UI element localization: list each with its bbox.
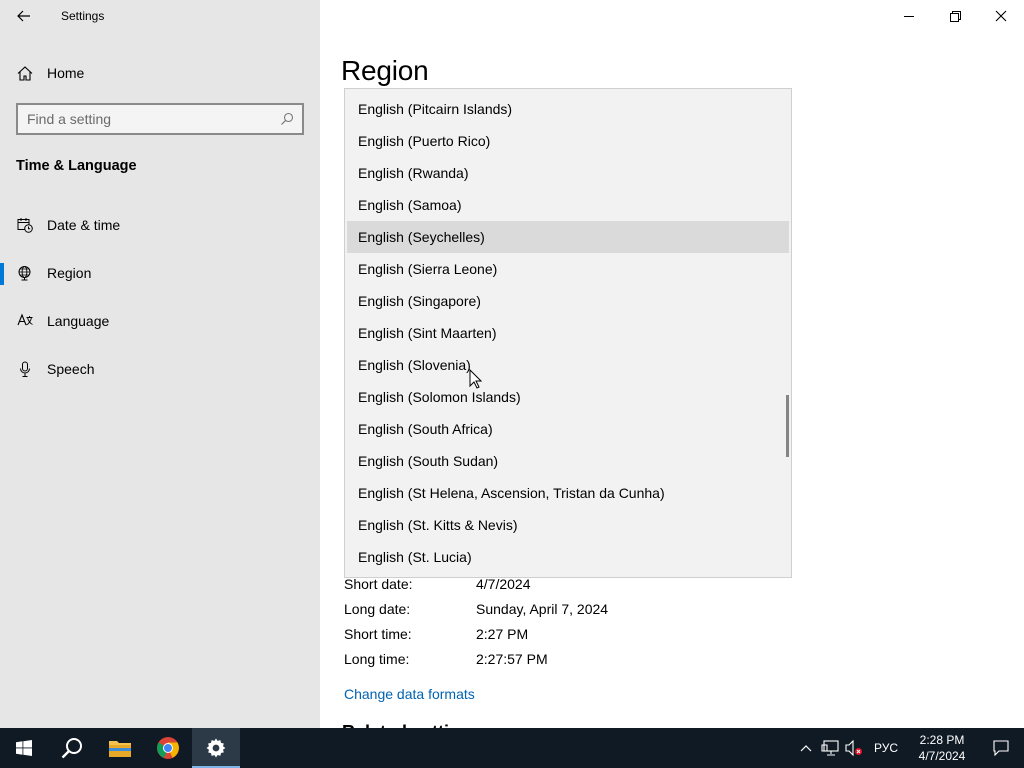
home-icon — [17, 65, 33, 81]
sidebar-item-label: Language — [47, 313, 110, 329]
back-button[interactable] — [0, 0, 48, 32]
sidebar: Settings Home Time & Language Date & tim… — [0, 0, 320, 728]
microphone-icon — [16, 360, 34, 378]
start-icon — [16, 740, 32, 756]
search-input[interactable] — [18, 111, 272, 127]
dropdown-option[interactable]: English (South Sudan) — [347, 445, 789, 477]
short-time-label: Short time: — [344, 626, 412, 642]
dropdown-option[interactable]: English (Samoa) — [347, 189, 789, 221]
section-heading: Time & Language — [16, 158, 137, 174]
clock-time: 2:28 PM — [919, 733, 965, 747]
sidebar-item-label: Speech — [47, 361, 95, 377]
dropdown-option[interactable]: English (Sierra Leone) — [347, 253, 789, 285]
file-explorer-icon — [109, 741, 131, 757]
sidebar-item-region[interactable]: Region — [0, 253, 320, 293]
back-arrow-icon — [17, 10, 30, 22]
input-language-indicator[interactable]: РУС — [866, 728, 906, 768]
short-time-value: 2:27 PM — [476, 626, 529, 642]
minimize-button[interactable] — [886, 0, 932, 32]
short-date-label: Short date: — [344, 576, 413, 592]
restore-icon — [949, 10, 961, 22]
window-controls — [886, 0, 1024, 32]
dropdown-option[interactable]: English (Slovenia) — [347, 349, 789, 381]
restore-button[interactable] — [932, 0, 978, 32]
page-title: Region — [341, 55, 429, 86]
settings-icon — [206, 738, 226, 758]
dropdown-option[interactable]: English (Seychelles) — [347, 221, 789, 253]
dropdown-option[interactable]: English (Sint Maarten) — [347, 317, 789, 349]
short-time-row: Short time: 2:27 PM — [344, 626, 744, 646]
clock-date: 4/7/2024 — [918, 749, 966, 763]
sidebar-item-label: Region — [47, 265, 92, 281]
network-button[interactable] — [818, 728, 842, 768]
taskbar-search-button[interactable] — [48, 728, 96, 768]
long-time-label: Long time: — [344, 651, 410, 667]
search-icon — [61, 738, 82, 759]
chrome-icon — [157, 737, 179, 759]
calendar-clock-icon — [16, 216, 34, 234]
minimize-icon — [903, 15, 914, 17]
sidebar-item-home[interactable]: Home — [0, 56, 320, 90]
dropdown-option[interactable]: English (Puerto Rico) — [347, 125, 789, 157]
short-date-value: 4/7/2024 — [476, 576, 531, 592]
start-button[interactable] — [0, 728, 48, 768]
settings-taskbar-button[interactable] — [192, 728, 240, 768]
dropdown-option[interactable]: English (St Helena, Ascension, Tristan d… — [347, 477, 789, 509]
dropdown-option[interactable]: English (Solomon Islands) — [347, 381, 789, 413]
dropdown-option[interactable]: English (Pitcairn Islands) — [347, 93, 789, 125]
close-button[interactable] — [978, 0, 1024, 32]
long-date-row: Long date: Sunday, April 7, 2024 — [344, 601, 744, 621]
sidebar-item-speech[interactable]: Speech — [0, 349, 320, 389]
network-icon — [821, 740, 839, 756]
taskbar: РУС 2:28 PM 4/7/2024 — [0, 728, 1024, 768]
clock[interactable]: 2:28 PM 4/7/2024 — [906, 728, 978, 768]
scrollbar-thumb[interactable] — [786, 395, 789, 457]
sidebar-item-label: Home — [47, 65, 85, 81]
language-icon — [16, 312, 34, 330]
dropdown-option[interactable]: English (Rwanda) — [347, 157, 789, 189]
app-title: Settings — [61, 9, 105, 23]
show-hidden-icons-button[interactable] — [794, 728, 818, 768]
long-time-row: Long time: 2:27:57 PM — [344, 651, 744, 671]
long-time-value: 2:27:57 PM — [476, 651, 548, 667]
action-center-button[interactable] — [978, 728, 1024, 768]
close-icon — [995, 10, 1007, 22]
country-region-dropdown-list[interactable]: English (Pitcairn Islands) English (Puert… — [344, 88, 792, 578]
dropdown-option[interactable]: English (Singapore) — [347, 285, 789, 317]
file-explorer-button[interactable] — [96, 728, 144, 768]
volume-button[interactable] — [842, 728, 866, 768]
sidebar-item-date-time[interactable]: Date & time — [0, 205, 320, 245]
search-box[interactable] — [16, 103, 304, 135]
notification-icon — [993, 740, 1009, 756]
chrome-button[interactable] — [144, 728, 192, 768]
sidebar-item-language[interactable]: Language — [0, 301, 320, 341]
dropdown-option[interactable]: English (St. Lucia) — [347, 541, 789, 573]
dropdown-option[interactable]: English (St. Kitts & Nevis) — [347, 509, 789, 541]
short-date-row: Short date: 4/7/2024 — [344, 576, 744, 596]
dropdown-options: English (Pitcairn Islands) English (Puert… — [345, 89, 791, 573]
long-date-value: Sunday, April 7, 2024 — [476, 601, 609, 617]
mouse-cursor-icon — [469, 369, 482, 389]
volume-muted-icon — [845, 740, 862, 756]
dropdown-option[interactable]: English (South Africa) — [347, 413, 789, 445]
sidebar-item-label: Date & time — [47, 217, 121, 233]
chevron-up-icon — [800, 745, 812, 752]
selection-indicator — [0, 263, 4, 285]
long-date-label: Long date: — [344, 601, 411, 617]
search-icon[interactable] — [272, 112, 302, 126]
globe-icon — [16, 264, 34, 282]
change-data-formats-link[interactable]: Change data formats — [344, 686, 475, 702]
title-bar: Settings — [0, 0, 320, 32]
system-tray: РУС 2:28 PM 4/7/2024 — [794, 728, 1024, 768]
